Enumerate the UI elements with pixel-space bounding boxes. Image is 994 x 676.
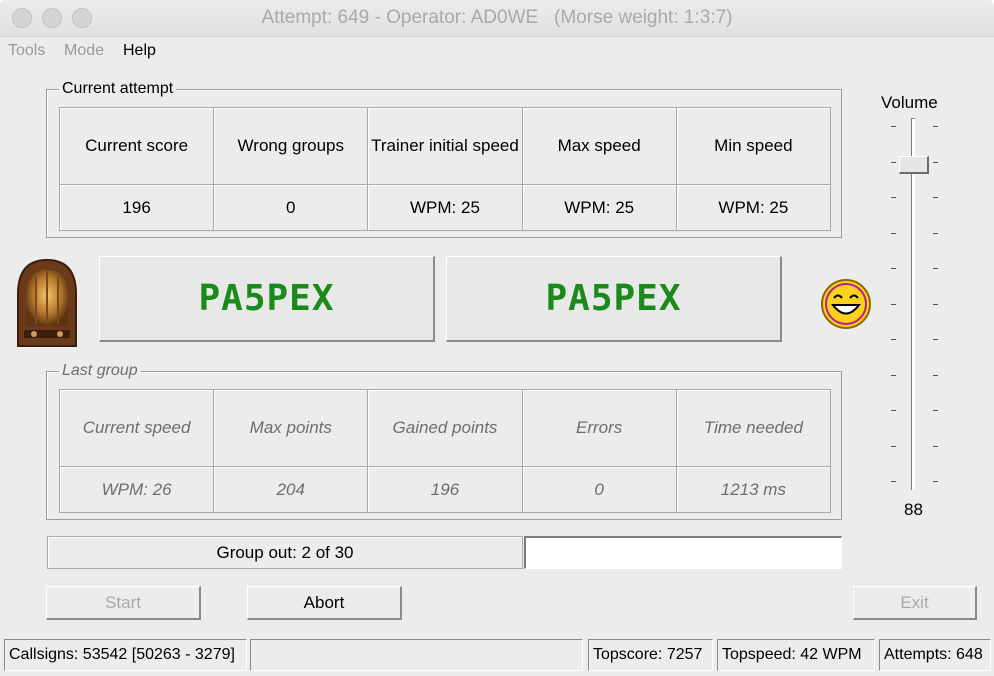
header-current-speed: Current speed — [58, 389, 215, 467]
volume-tick-mark — [933, 374, 938, 376]
status-bar: Callsigns: 53542 [50263 - 3279] Topscore… — [4, 639, 994, 673]
received-callsign-text: PA5PEX — [545, 278, 682, 319]
volume-tick-mark — [891, 126, 896, 127]
header-max-points: Max points — [213, 389, 369, 467]
status-empty — [250, 639, 583, 671]
last-group-table: Current speed Max points Gained points E… — [58, 389, 832, 513]
header-current-score: Current score — [58, 107, 215, 185]
current-attempt-table: Current score Wrong groups Trainer initi… — [58, 107, 832, 231]
sent-callsign-display: PA5PEX — [99, 256, 435, 342]
menu-help[interactable]: Help — [123, 42, 156, 60]
header-wrong-groups: Wrong groups — [213, 107, 369, 185]
value-max-speed: WPM: 25 — [521, 184, 677, 231]
value-max-points: 204 — [213, 466, 369, 513]
vintage-radio-icon — [12, 256, 82, 350]
volume-tick-mark — [933, 445, 938, 447]
status-attempts: Attempts: 648 — [879, 639, 991, 671]
volume-tick-mark — [891, 268, 896, 269]
group-out-label-box: Group out: 2 of 30 — [47, 536, 523, 569]
value-trainer-initial-speed: WPM: 25 — [367, 184, 523, 231]
menu-bar: Tools Mode Help — [0, 37, 994, 65]
main-panel: Current attempt Current score Wrong grou… — [4, 66, 994, 676]
volume-tick-mark — [891, 445, 896, 447]
current-attempt-title: Current attempt — [59, 79, 177, 99]
volume-tick-mark — [891, 161, 896, 163]
window-title: Attempt: 649 - Operator: AD0WE (Morse we… — [261, 7, 733, 28]
volume-slider-thumb[interactable] — [899, 156, 929, 174]
value-current-speed: WPM: 26 — [58, 466, 215, 513]
volume-tick-mark — [933, 232, 938, 234]
value-time-needed: 1213 ms — [675, 466, 832, 513]
volume-label: Volume — [881, 93, 938, 112]
sent-callsign-text: PA5PEX — [198, 278, 335, 319]
value-wrong-groups: 0 — [213, 184, 369, 231]
value-min-speed: WPM: 25 — [675, 184, 832, 231]
volume-tick-mark — [891, 410, 896, 411]
exit-button[interactable]: Exit — [853, 586, 977, 620]
current-attempt-value-row: 196 0 WPM: 25 WPM: 25 WPM: 25 — [58, 184, 832, 231]
header-time-needed: Time needed — [675, 389, 832, 467]
volume-tick-mark — [891, 197, 896, 198]
header-errors: Errors — [521, 389, 677, 467]
current-attempt-header-row: Current score Wrong groups Trainer initi… — [58, 107, 832, 185]
volume-tick-mark — [891, 339, 896, 340]
volume-tick-mark — [933, 268, 938, 269]
status-topspeed: Topspeed: 42 WPM — [717, 639, 875, 671]
abort-button[interactable]: Abort — [247, 586, 402, 620]
laughing-smiley-icon — [820, 278, 872, 330]
last-group-value-row: WPM: 26 204 196 0 1213 ms — [58, 466, 832, 513]
received-callsign-display: PA5PEX — [446, 256, 782, 342]
header-trainer-initial-speed: Trainer initial speed — [367, 107, 523, 185]
volume-tick-mark — [933, 410, 938, 411]
volume-tick-mark — [891, 374, 896, 376]
group-out-label: Group out: 2 of 30 — [216, 542, 354, 562]
volume-tick-mark — [891, 303, 896, 305]
title-bar: Attempt: 649 - Operator: AD0WE (Morse we… — [0, 0, 994, 37]
status-topscore: Topscore: 7257 — [588, 639, 713, 671]
volume-tick-mark — [933, 197, 938, 198]
volume-tick-mark — [933, 126, 938, 127]
app-window: Attempt: 649 - Operator: AD0WE (Morse we… — [0, 0, 994, 676]
volume-tick-mark — [891, 232, 896, 234]
volume-tick-mark — [933, 161, 938, 163]
last-group-header-row: Current speed Max points Gained points E… — [58, 389, 832, 467]
volume-tick-mark — [891, 481, 896, 482]
volume-tick-mark — [933, 481, 938, 482]
menu-mode[interactable]: Mode — [64, 42, 104, 60]
value-current-score: 196 — [58, 184, 215, 231]
volume-tick-mark — [933, 339, 938, 340]
start-button[interactable]: Start — [46, 586, 201, 620]
group-progress-bar — [524, 536, 842, 569]
value-errors: 0 — [521, 466, 677, 513]
volume-value: 88 — [904, 500, 923, 519]
value-gained-points: 196 — [367, 466, 523, 513]
menu-tools[interactable]: Tools — [8, 42, 45, 60]
header-max-speed: Max speed — [521, 107, 677, 185]
header-min-speed: Min speed — [675, 107, 832, 185]
header-gained-points: Gained points — [367, 389, 523, 467]
last-group-title: Last group — [59, 361, 141, 381]
volume-tick-mark — [933, 303, 938, 305]
status-callsigns: Callsigns: 53542 [50263 - 3279] — [4, 639, 247, 671]
